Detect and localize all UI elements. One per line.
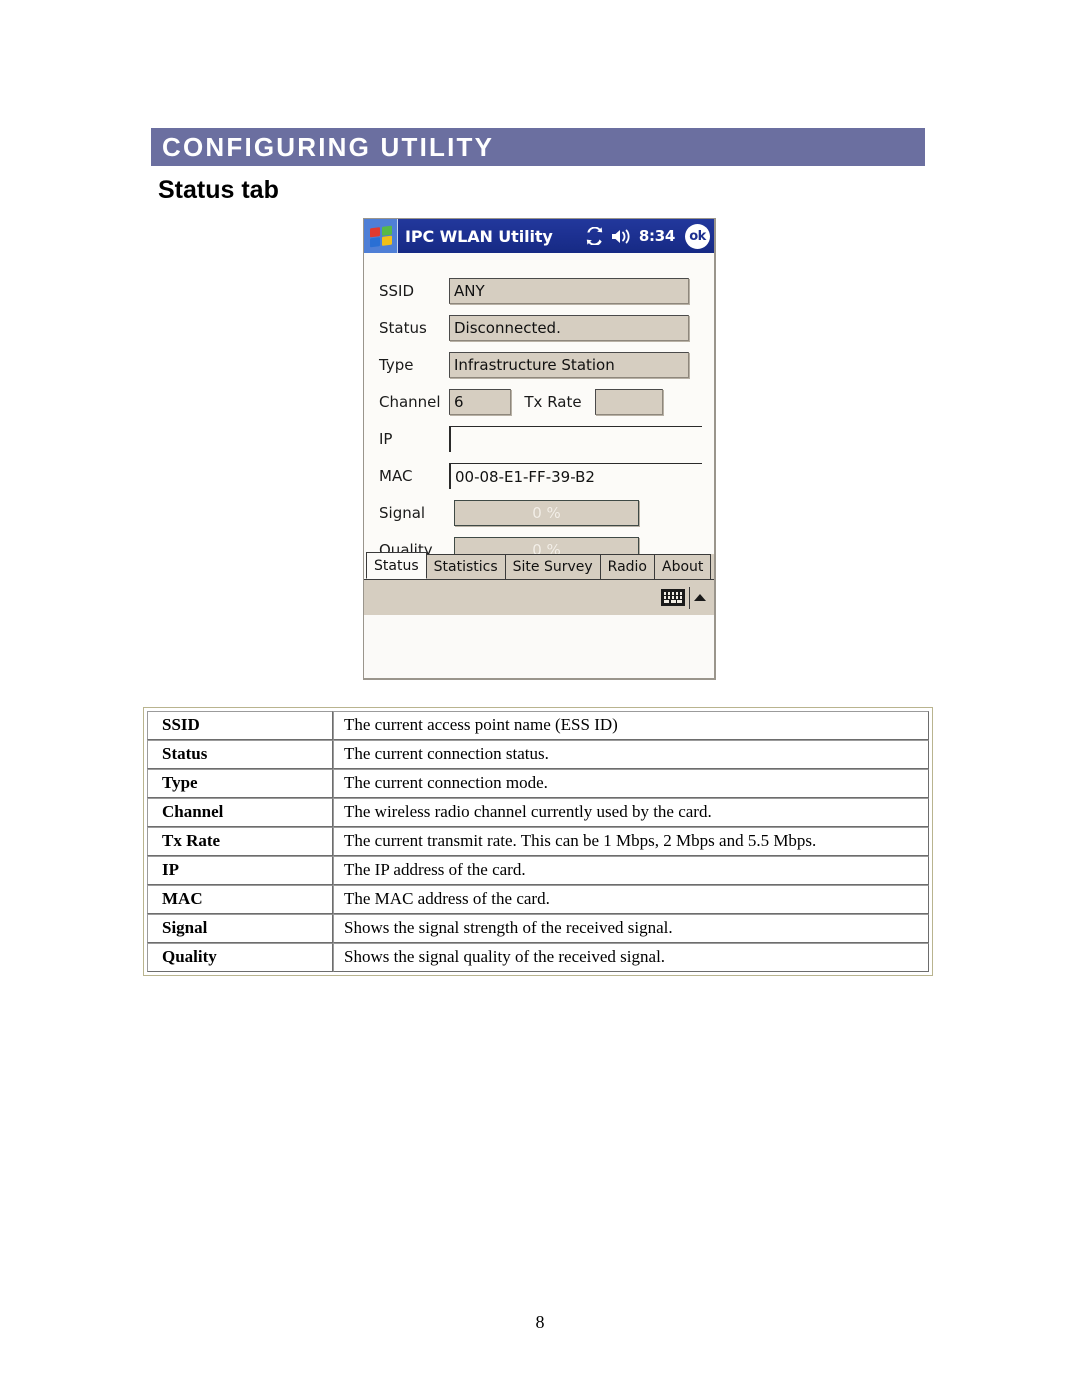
- table-row: Quality Shows the signal quality of the …: [147, 943, 929, 972]
- label-status: Status: [379, 319, 427, 337]
- page-header-band: CONFIGURING UTILITY: [151, 128, 925, 166]
- label-ip: IP: [379, 430, 393, 448]
- input-ssid[interactable]: ANY: [449, 278, 689, 304]
- input-tx-rate[interactable]: [595, 389, 663, 415]
- field-row-channel-txrate: Channel 6 Tx Rate: [379, 389, 714, 415]
- label-signal: Signal: [379, 504, 426, 522]
- page-title: CONFIGURING UTILITY: [162, 132, 495, 162]
- table-row: Signal Shows the signal strength of the …: [147, 914, 929, 943]
- tab-radio[interactable]: Radio: [599, 554, 655, 579]
- table-row: Tx Rate The current transmit rate. This …: [147, 827, 929, 856]
- system-tray: 8:34 ok: [585, 219, 710, 253]
- tab-about[interactable]: About: [654, 554, 712, 579]
- row-key: Tx Rate: [147, 827, 333, 856]
- speaker-icon[interactable]: [611, 228, 632, 245]
- clock[interactable]: 8:34: [639, 227, 675, 245]
- table-body: SSID The current access point name (ESS …: [147, 711, 929, 972]
- input-status[interactable]: Disconnected.: [449, 315, 689, 341]
- row-key: Status: [147, 740, 333, 769]
- pda-screenshot: IPC WLAN Utility 8:34 ok SSID ANY Status…: [363, 218, 716, 680]
- row-value: The current access point name (ESS ID): [333, 711, 929, 740]
- table-row: SSID The current access point name (ESS …: [147, 711, 929, 740]
- label-type: Type: [379, 356, 414, 374]
- input-type[interactable]: Infrastructure Station: [449, 352, 689, 378]
- row-value: The current connection mode.: [333, 769, 929, 798]
- pda-body: SSID ANY Status Disconnected. Type Infra…: [364, 253, 714, 615]
- row-key: SSID: [147, 711, 333, 740]
- sip-divider: [689, 586, 690, 609]
- field-description-table: SSID The current access point name (ESS …: [143, 707, 933, 976]
- pda-titlebar: IPC WLAN Utility 8:34 ok: [364, 219, 714, 253]
- windows-flag-icon: [369, 225, 392, 247]
- table-row: MAC The MAC address of the card.: [147, 885, 929, 914]
- field-row-ssid: SSID ANY: [379, 278, 704, 304]
- row-value: The wireless radio channel currently use…: [333, 798, 929, 827]
- tab-bar: Status Statistics Site Survey Radio Abou…: [364, 552, 714, 579]
- input-ip[interactable]: [449, 426, 702, 452]
- row-key: Quality: [147, 943, 333, 972]
- row-value: Shows the signal strength of the receive…: [333, 914, 929, 943]
- tab-site-survey[interactable]: Site Survey: [504, 554, 601, 579]
- tab-statistics[interactable]: Statistics: [425, 554, 506, 579]
- keyboard-icon[interactable]: [661, 589, 685, 606]
- app-title: IPC WLAN Utility: [405, 226, 553, 246]
- description-table-body: SSID The current access point name (ESS …: [147, 711, 929, 972]
- field-row-signal: Signal 0 %: [379, 500, 704, 526]
- table-row: IP The IP address of the card.: [147, 856, 929, 885]
- start-button[interactable]: [364, 219, 398, 253]
- label-mac: MAC: [379, 467, 413, 485]
- sync-arrows-icon[interactable]: [585, 227, 604, 245]
- input-mac[interactable]: 00-08-E1-FF-39-B2: [449, 463, 702, 489]
- signal-strength-bar: 0 %: [454, 500, 639, 526]
- row-key: Type: [147, 769, 333, 798]
- field-row-type: Type Infrastructure Station: [379, 352, 704, 378]
- input-channel[interactable]: 6: [449, 389, 511, 415]
- row-value: The current connection status.: [333, 740, 929, 769]
- row-key: IP: [147, 856, 333, 885]
- table-row: Channel The wireless radio channel curre…: [147, 798, 929, 827]
- table-row: Status The current connection status.: [147, 740, 929, 769]
- tab-overflow-edge: [710, 554, 714, 579]
- row-key: Channel: [147, 798, 333, 827]
- ok-button[interactable]: ok: [685, 223, 710, 249]
- label-ssid: SSID: [379, 282, 415, 300]
- label-channel: Channel: [379, 393, 441, 411]
- page-number: 8: [535, 1312, 545, 1332]
- section-heading: Status tab: [158, 176, 279, 204]
- row-value: Shows the signal quality of the received…: [333, 943, 929, 972]
- row-key: Signal: [147, 914, 333, 943]
- row-key: MAC: [147, 885, 333, 914]
- row-value: The current transmit rate. This can be 1…: [333, 827, 929, 856]
- tab-status[interactable]: Status: [366, 552, 427, 579]
- caret-up-icon[interactable]: [694, 594, 706, 601]
- field-row-mac: MAC 00-08-E1-FF-39-B2: [379, 463, 714, 489]
- field-row-status: Status Disconnected.: [379, 315, 704, 341]
- row-value: The MAC address of the card.: [333, 885, 929, 914]
- label-tx-rate: Tx Rate: [524, 393, 582, 411]
- row-value: The IP address of the card.: [333, 856, 929, 885]
- table-row: Type The current connection mode.: [147, 769, 929, 798]
- sip-bar: [364, 579, 714, 615]
- field-row-ip: IP: [379, 426, 714, 452]
